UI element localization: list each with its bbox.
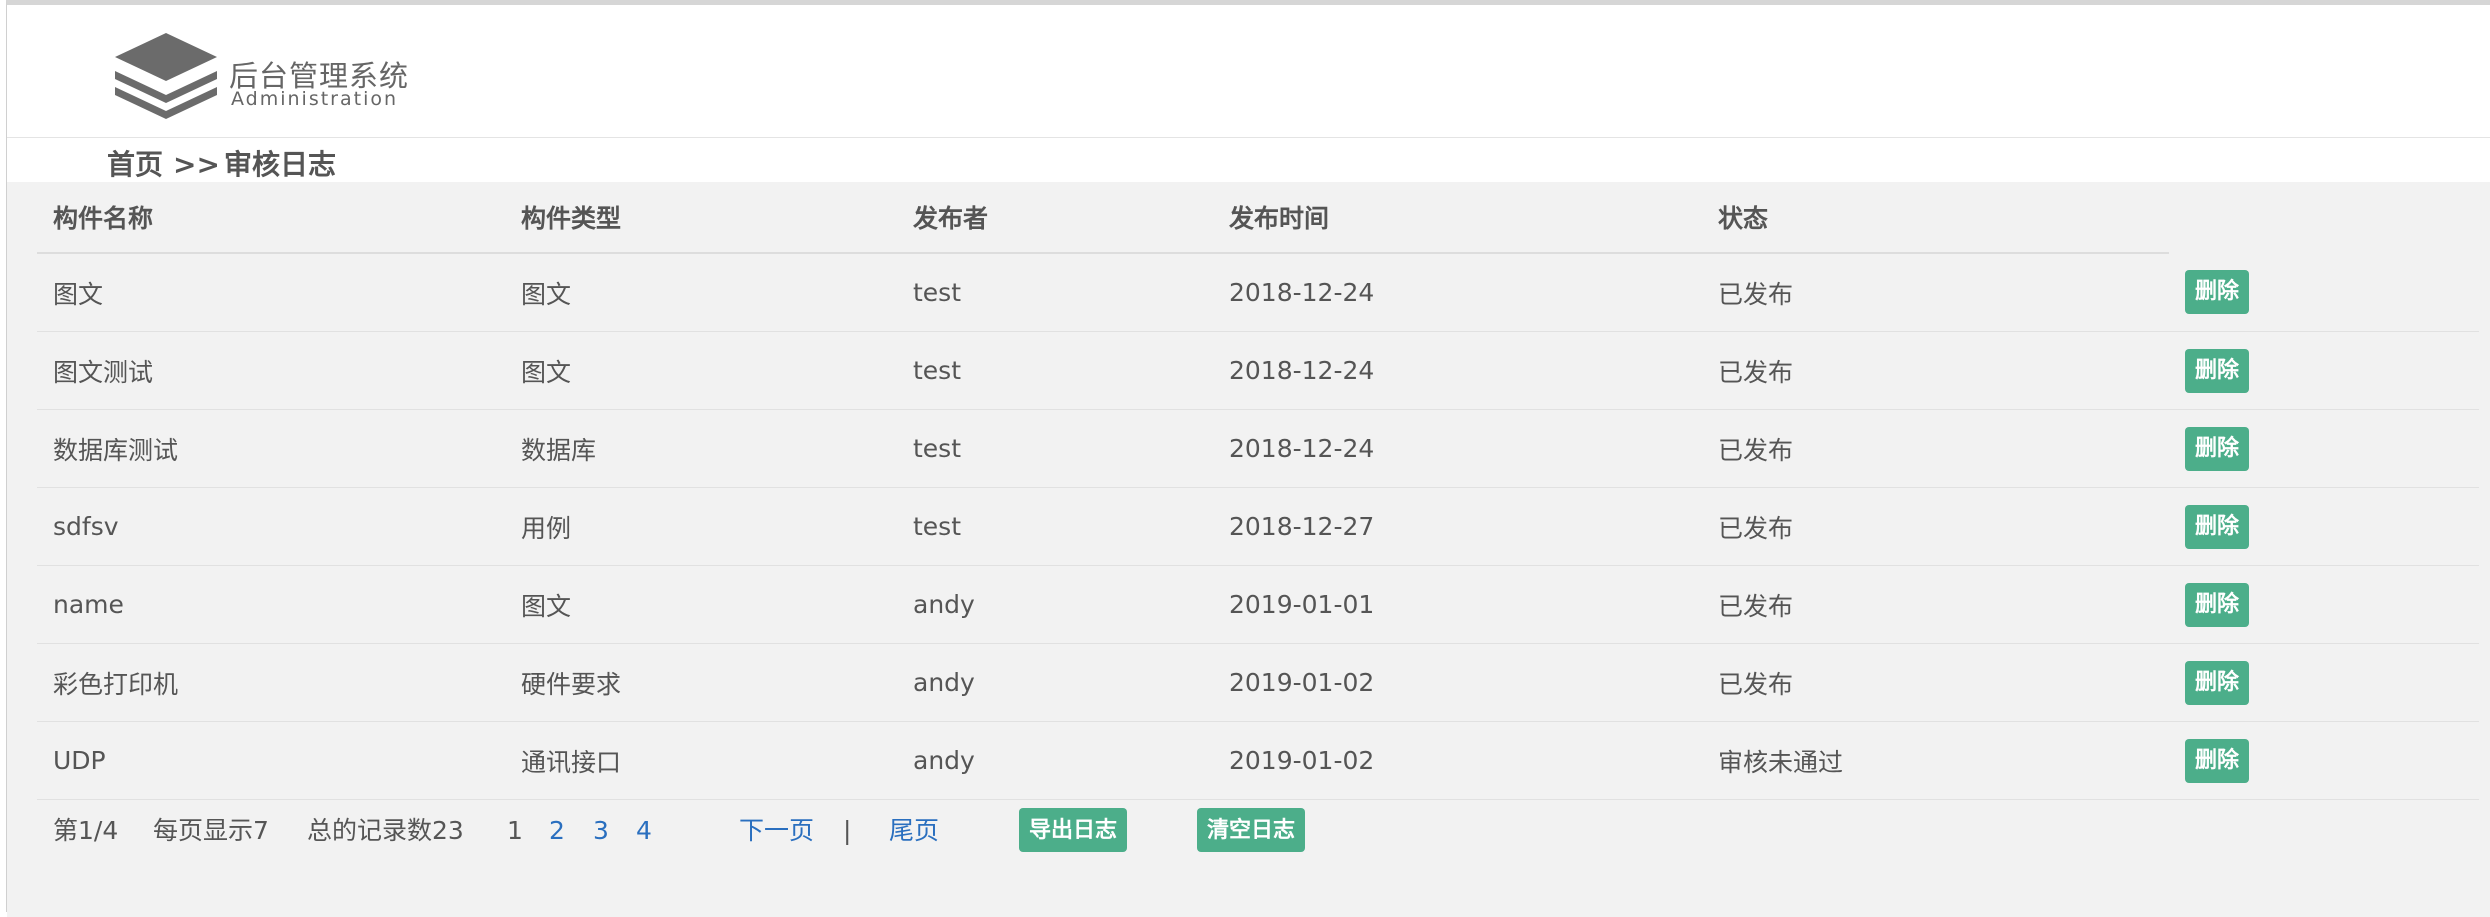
cell-publisher: test	[897, 409, 1213, 488]
cell-action: 删除	[2169, 253, 2479, 332]
column-header-type: 构件类型	[505, 182, 897, 254]
column-header-publisher: 发布者	[897, 182, 1213, 254]
cell-name: 数据库测试	[37, 409, 505, 488]
delete-button[interactable]: 删除	[2185, 738, 2250, 783]
cell-action: 删除	[2169, 331, 2479, 410]
cell-time: 2018-12-24	[1213, 409, 1702, 488]
cell-action: 删除	[2169, 721, 2479, 800]
page-info: 第1/4	[53, 816, 119, 845]
cell-time: 2018-12-27	[1213, 487, 1702, 566]
last-page-link[interactable]: 尾页	[889, 808, 939, 854]
cell-time: 2019-01-02	[1213, 721, 1702, 800]
column-header-status: 状态	[1702, 182, 2169, 254]
export-log-button[interactable]: 导出日志	[1019, 808, 1128, 852]
cell-status: 已发布	[1702, 409, 2169, 488]
cell-name: UDP	[37, 721, 505, 800]
delete-button[interactable]: 删除	[2185, 582, 2250, 627]
column-header-time: 发布时间	[1213, 182, 1702, 254]
stacked-layers-icon	[115, 33, 217, 119]
cell-name: name	[37, 565, 505, 644]
cell-name: 图文	[37, 253, 505, 332]
cell-type: 图文	[505, 253, 897, 332]
delete-button[interactable]: 删除	[2185, 426, 2250, 471]
cell-type: 用例	[505, 487, 897, 566]
cell-publisher: test	[897, 487, 1213, 566]
table-row: UDP 通讯接口 andy 2019-01-02 审核未通过 删除	[37, 721, 2479, 800]
clear-log-button[interactable]: 清空日志	[1197, 808, 1306, 852]
cell-name: sdfsv	[37, 487, 505, 566]
breadcrumb-home[interactable]: 首页	[107, 148, 163, 181]
column-header-action	[2169, 182, 2479, 253]
table-row: 图文测试 图文 test 2018-12-24 已发布 删除	[37, 331, 2479, 410]
header: 后台管理系统 Administration	[7, 5, 2490, 138]
cell-publisher: test	[897, 253, 1213, 332]
cell-action: 删除	[2169, 487, 2479, 566]
delete-button[interactable]: 删除	[2185, 660, 2250, 705]
total-records: 总的记录数23	[307, 816, 464, 845]
delete-button[interactable]: 删除	[2185, 504, 2250, 549]
audit-log-table: 构件名称 构件类型 发布者 发布时间 状态 图文 图文 test 2018-12…	[37, 182, 2479, 800]
delete-button[interactable]: 删除	[2185, 348, 2250, 393]
main-content: 构件名称 构件类型 发布者 发布时间 状态 图文 图文 test 2018-12…	[7, 182, 2490, 917]
cell-time: 2018-12-24	[1213, 253, 1702, 332]
cell-time: 2019-01-02	[1213, 643, 1702, 722]
cell-status: 已发布	[1702, 253, 2169, 332]
table-row: 数据库测试 数据库 test 2018-12-24 已发布 删除	[37, 409, 2479, 488]
cell-type: 通讯接口	[505, 721, 897, 800]
cell-type: 图文	[505, 565, 897, 644]
table-row: 彩色打印机 硬件要求 andy 2019-01-02 已发布 删除	[37, 643, 2479, 722]
app-frame: 后台管理系统 Administration 首页 >> 审核日志 构件名称 构件类型…	[6, 0, 2490, 917]
per-page-info: 每页显示7	[153, 816, 269, 845]
page-current: 1	[507, 816, 523, 845]
page-link-4[interactable]: 4	[636, 808, 652, 854]
cell-status: 已发布	[1702, 643, 2169, 722]
cell-status: 已发布	[1702, 331, 2169, 410]
delete-button[interactable]: 删除	[2185, 270, 2250, 314]
next-page-link[interactable]: 下一页	[739, 808, 814, 854]
brand-logo[interactable]: 后台管理系统 Administration	[111, 25, 431, 125]
breadcrumb-separator: >>	[173, 148, 220, 181]
cell-status: 已发布	[1702, 565, 2169, 644]
table-row: name 图文 andy 2019-01-01 已发布 删除	[37, 565, 2479, 644]
table-row: 图文 图文 test 2018-12-24 已发布 删除	[37, 253, 2479, 332]
cell-status: 审核未通过	[1702, 721, 2169, 800]
pager-divider: |	[843, 816, 852, 845]
cell-name: 彩色打印机	[37, 643, 505, 722]
cell-action: 删除	[2169, 409, 2479, 488]
cell-publisher: andy	[897, 643, 1213, 722]
cell-time: 2019-01-01	[1213, 565, 1702, 644]
table-header-row: 构件名称 构件类型 发布者 发布时间 状态	[37, 182, 2479, 254]
cell-time: 2018-12-24	[1213, 331, 1702, 410]
cell-type: 数据库	[505, 409, 897, 488]
breadcrumb-current: 审核日志	[223, 148, 336, 181]
cell-name: 图文测试	[37, 331, 505, 410]
cell-publisher: test	[897, 331, 1213, 410]
cell-type: 图文	[505, 331, 897, 410]
column-header-name: 构件名称	[37, 182, 505, 254]
table-row: sdfsv 用例 test 2018-12-27 已发布 删除	[37, 487, 2479, 566]
cell-type: 硬件要求	[505, 643, 897, 722]
page-link-3[interactable]: 3	[593, 808, 609, 854]
page-link-2[interactable]: 2	[549, 808, 565, 854]
cell-action: 删除	[2169, 643, 2479, 722]
cell-publisher: andy	[897, 721, 1213, 800]
breadcrumb: 首页 >> 审核日志	[107, 143, 336, 183]
brand-subtitle: Administration	[231, 88, 399, 110]
cell-status: 已发布	[1702, 487, 2169, 566]
cell-publisher: andy	[897, 565, 1213, 644]
cell-action: 删除	[2169, 565, 2479, 644]
